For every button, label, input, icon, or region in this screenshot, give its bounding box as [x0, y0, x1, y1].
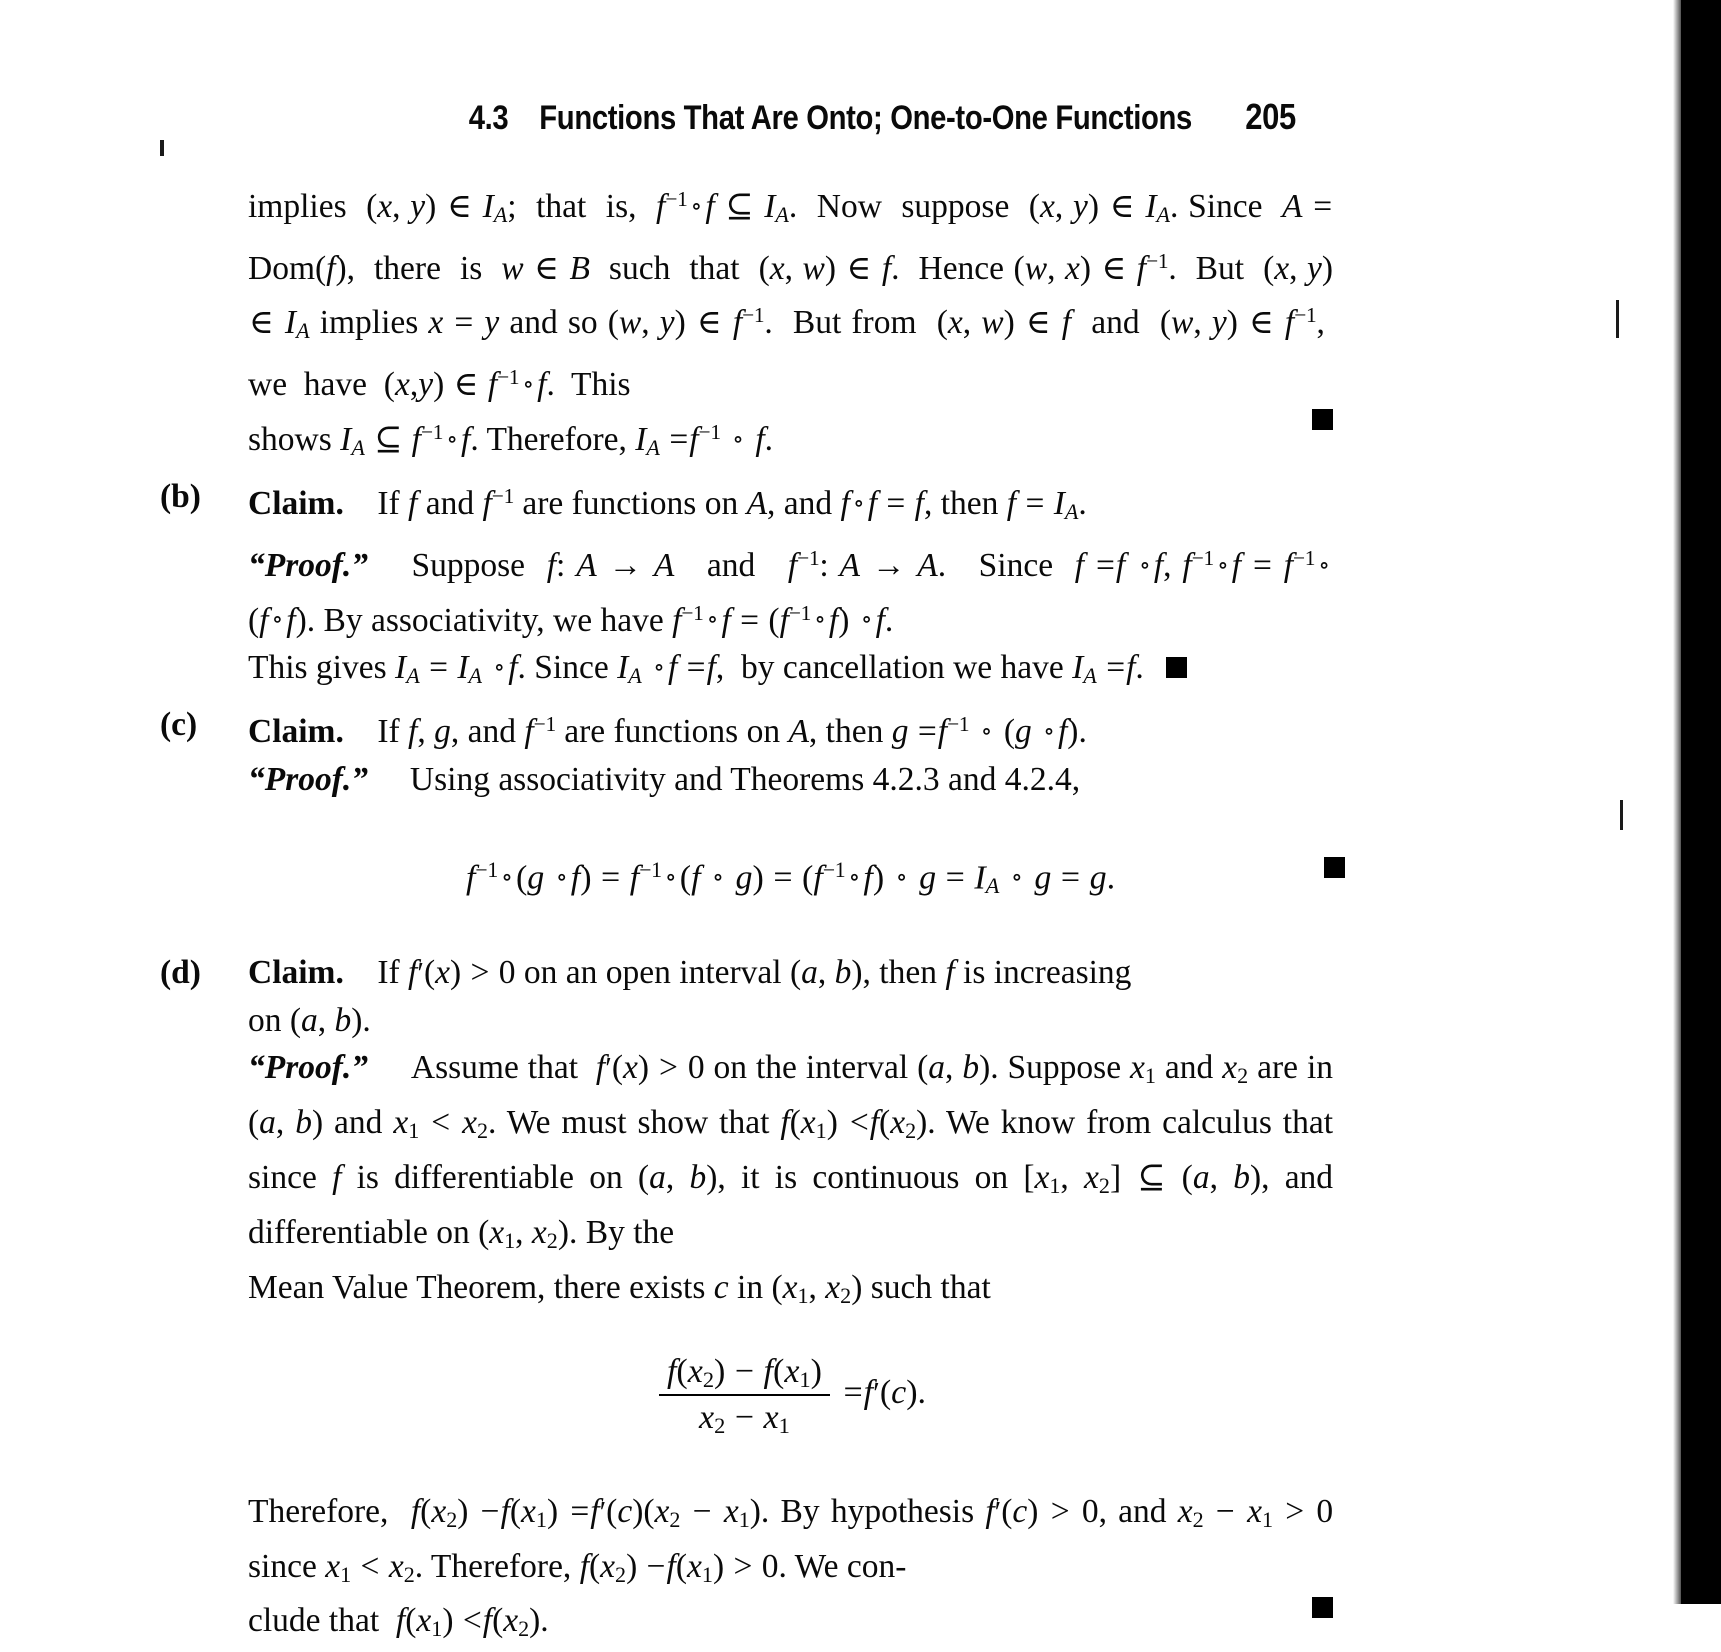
fraction-numerator: f(x2) − f(x1)	[658, 1353, 830, 1396]
proof-c: “Proof.” Using associativity and Theorem…	[248, 761, 1081, 799]
fraction-equals-expression: =f′(c).	[843, 1373, 927, 1411]
running-head-section-title: Functions That Are Onto; One-to-One Func…	[539, 99, 1192, 137]
claim-block-c: (c) Claim. If f, g, and f−1 are function…	[160, 701, 1345, 909]
proof-word-b: “Proof.”	[248, 547, 369, 585]
intro-paragraph: implies (x, y) ∈ IA; that is, f−1 ∘f ⊆ IA…	[248, 187, 1334, 404]
claim-label-b: (b)	[160, 477, 201, 515]
fraction: f(x2) − f(x1) x2 − x1	[658, 1353, 830, 1438]
scan-speck-right-2	[1620, 800, 1623, 830]
claim-statement-d: Claim. If f′(x) > 0 on an open interval …	[248, 954, 1132, 992]
proof-b: “Proof.” Suppose f: A → A and f−1: A → A…	[248, 545, 1331, 639]
proof-b-lastline: This gives IA = IA ∘f. Since IA ∘f =f, b…	[248, 644, 1333, 699]
scan-speck	[160, 140, 164, 156]
claim-block-b: (b) Claim. If f and f−1 are functions on…	[160, 473, 1333, 699]
closing-paragraph-d-lastline: clude that f(x1) <f(x2).	[248, 1597, 1333, 1652]
claim-statement-c: Claim. If f, g, and f−1 are functions on…	[248, 712, 1087, 751]
claim-label-c: (c)	[160, 706, 198, 744]
qed-marker-d	[1312, 1597, 1333, 1619]
body-column: implies (x, y) ∈ IA; that is, f−1 ∘f ⊆ IA…	[160, 176, 1345, 1652]
page-number: 205	[1245, 96, 1296, 137]
claim-statement-d-cont: on (a, b).	[248, 1002, 371, 1040]
claim-block-d: (d) Claim. If f′(x) > 0 on an open inter…	[160, 949, 1334, 1652]
proof-word-d: “Proof.”	[248, 1049, 369, 1087]
proof-d-cont: Mean Value Theorem, there exists c in (x…	[248, 1268, 991, 1308]
qed-marker-a	[1312, 408, 1333, 430]
intro-paragraph-lastline: shows IA ⊆ f−1 ∘f. Therefore, IA =f−1 ∘ f…	[248, 408, 1333, 471]
scan-edge-gutter	[1681, 0, 1721, 1604]
claim-word-d: Claim.	[248, 954, 344, 992]
fraction-denominator: x2 − x1	[699, 1398, 790, 1438]
scanned-page: 4.3 Functions That Are Onto; One-to-One …	[0, 0, 1681, 1641]
running-head: 4.3 Functions That Are Onto; One-to-One …	[0, 96, 1307, 138]
scan-speck-right	[1616, 300, 1619, 338]
display-equation-c: f−1 ∘(g ∘f) = f−1 ∘(f ∘ g) = (f−1 ∘f) ∘ g =…	[248, 847, 1345, 909]
running-head-section-number: 4.3	[468, 99, 509, 137]
proof-d: “Proof.” Assume that f′(x) > 0 on the in…	[248, 1049, 1334, 1253]
closing-paragraph-d: Therefore, f(x2) −f(x1) =f′(c)(x2 − x1).…	[248, 1492, 1334, 1587]
qed-marker-b	[1166, 656, 1188, 678]
display-fraction-d: f(x2) − f(x1) x2 − x1 =f′(c).	[248, 1353, 1333, 1438]
claim-statement-b: Claim. If f and f−1 are functions on A, …	[248, 483, 1087, 524]
qed-marker-c	[1324, 857, 1345, 879]
claim-label-d: (d)	[160, 954, 201, 992]
claim-word-b: Claim.	[248, 485, 344, 523]
claim-word-c: Claim.	[248, 713, 344, 751]
proof-word-c: “Proof.”	[248, 761, 369, 799]
